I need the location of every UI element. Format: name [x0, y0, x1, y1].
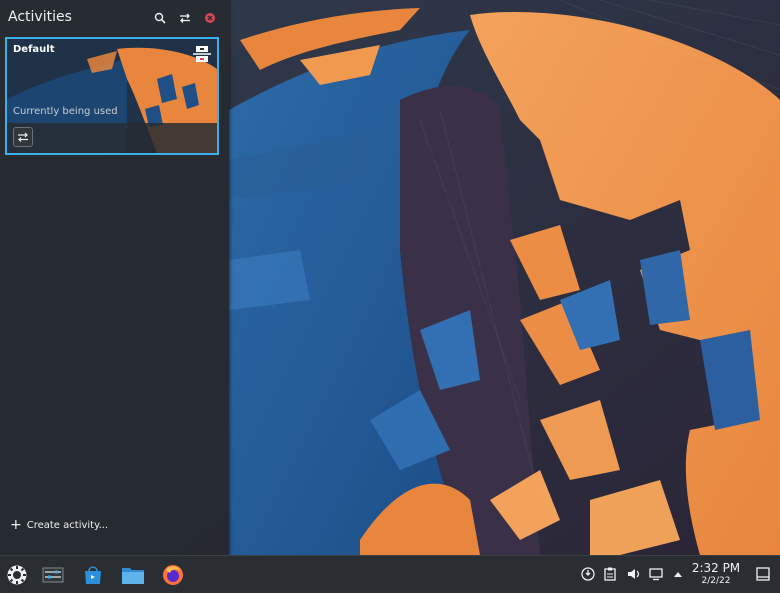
search-icon[interactable] [152, 10, 168, 26]
activity-card-default[interactable]: Default Currently being used [5, 37, 219, 155]
taskbar: 2:32 PM 2/2/22 [0, 555, 780, 593]
volume-icon[interactable] [626, 566, 642, 582]
network-icon[interactable] [580, 566, 596, 582]
configure-icon[interactable] [13, 127, 33, 147]
activities-header: Activities [0, 0, 229, 36]
activity-card-toolbar [7, 123, 217, 153]
stop-activity-icon[interactable] [193, 44, 211, 64]
activity-name: Default [13, 44, 55, 55]
close-icon[interactable] [202, 10, 218, 26]
create-activity-label: Create activity... [26, 519, 109, 531]
clock-date: 2/2/22 [701, 576, 731, 586]
switch-icon[interactable] [177, 10, 193, 26]
app-launcher-icon[interactable] [3, 561, 31, 589]
show-desktop-icon[interactable] [755, 566, 771, 582]
activities-panel: Activities Default Currently being used [0, 0, 229, 555]
pager-icon[interactable] [39, 561, 67, 589]
clock-time: 2:32 PM [691, 561, 741, 575]
chevron-up-icon[interactable] [670, 566, 686, 582]
activity-status: Currently being used [13, 106, 118, 117]
create-activity-button[interactable]: + Create activity... [10, 517, 109, 533]
discover-store-icon[interactable] [79, 561, 107, 589]
display-icon[interactable] [648, 566, 664, 582]
file-manager-icon[interactable] [119, 561, 147, 589]
plus-icon: + [10, 517, 22, 533]
digital-clock[interactable]: 2:32 PM 2/2/22 [690, 561, 742, 587]
activities-title: Activities [8, 9, 72, 25]
clipboard-icon[interactable] [602, 566, 618, 582]
firefox-icon[interactable] [159, 561, 187, 589]
